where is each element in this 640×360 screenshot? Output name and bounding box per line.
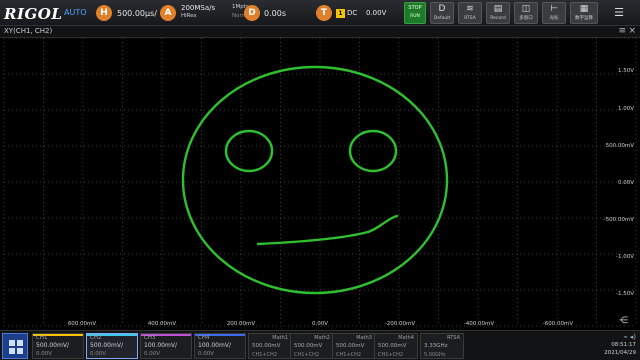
d-auto-icon: D — [438, 4, 446, 14]
clock-time: 08:51:17 — [611, 342, 636, 348]
math-1-box[interactable]: Math1 500.00mV CH1+CH2 — [248, 333, 292, 359]
xy-graticule — [3, 37, 637, 327]
clock-date: 2021/04/29 — [604, 350, 636, 356]
usb-icon: ⌁ ◂) — [623, 333, 636, 341]
x-tick-label: 600.00mV — [67, 321, 97, 327]
window-menu-icon[interactable]: ≡ — [618, 26, 626, 36]
y-tick-label: 1.00V — [617, 106, 634, 112]
run-mode[interactable]: AUTO — [64, 8, 87, 17]
grid-icon — [9, 340, 23, 354]
rtsa-icon: ≋ — [466, 4, 474, 14]
xy-mode-icon[interactable]: ⋲ — [619, 316, 628, 326]
trigger-level[interactable]: 0.00V — [366, 9, 386, 17]
acquire-badge[interactable]: A — [160, 5, 176, 21]
menu-button[interactable]: ☰ — [602, 2, 636, 24]
ruler-icon: ⊢ — [550, 4, 558, 14]
x-tick-label: -200.00mV — [384, 321, 416, 327]
home-button[interactable] — [2, 333, 28, 359]
measure-icon: ◫ — [521, 4, 531, 14]
default-button[interactable]: D Default — [430, 2, 454, 24]
x-tick-label: 0.00V — [311, 321, 329, 327]
trigger-coupling[interactable]: DC — [347, 9, 357, 17]
channel-3-box[interactable]: CH3 100.00mV/ 0.00V — [140, 333, 192, 359]
delay-badge[interactable]: D — [244, 5, 260, 21]
x-tick-label: 200.00mV — [226, 321, 256, 327]
multi-window-button[interactable]: ◫ 多窗口 — [514, 2, 538, 24]
math-3-box[interactable]: Math3 500.00mV CH1+CH2 — [332, 333, 376, 359]
rtsa-button[interactable]: ≋ RTSA — [458, 2, 482, 24]
calc-icon: ▦ — [579, 4, 589, 14]
status-area: ⌁ ◂) 08:51:17 2021/04/29 — [586, 333, 636, 357]
face-outline-trace — [181, 65, 449, 295]
acquire-mode: HiRes — [181, 13, 197, 19]
y-tick-label: 1.50V — [617, 68, 634, 74]
timebase-value[interactable]: 500.00µs/ — [117, 9, 157, 18]
xy-plot-area[interactable] — [0, 37, 640, 330]
x-tick-label: -400.00mV — [463, 321, 495, 327]
close-icon[interactable]: × — [628, 26, 636, 36]
top-toolbar: RIGOL AUTO H 500.00µs/ A 200MSa/s HiRes … — [0, 0, 640, 26]
math-4-box[interactable]: Math4 500.00mV CH1+CH2 — [374, 333, 418, 359]
hamburger-icon: ☰ — [614, 6, 624, 19]
y-tick-label: -1.00V — [616, 254, 634, 260]
y-tick-label: -1.50V — [616, 291, 634, 297]
channel-4-box[interactable]: CH4 100.00mV/ 0.00V — [194, 333, 246, 359]
channel-2-box[interactable]: CH2 500.00mV/ 0.00V — [86, 333, 138, 359]
trigger-badge[interactable]: T — [316, 5, 332, 21]
horizontal-badge[interactable]: H — [96, 5, 112, 21]
mouth-trace — [256, 214, 399, 246]
record-icon: ▤ — [493, 4, 503, 14]
delay-value[interactable]: 0.00s — [264, 9, 286, 18]
math-button[interactable]: ▦ 数字运算 — [570, 2, 598, 24]
x-tick-label: -600.00mV — [542, 321, 574, 327]
rigol-logo: RIGOL — [4, 5, 63, 23]
x-tick-label: 400.00mV — [147, 321, 177, 327]
channel-1-box[interactable]: CH1 500.00mV/ 0.00V — [32, 333, 84, 359]
left-eye-trace — [224, 129, 274, 173]
run-stop-button[interactable]: STOP RUN — [404, 2, 426, 24]
rtsa-box[interactable]: RTSA 3.33GHz 5.00GHz — [420, 333, 464, 359]
record-button[interactable]: ▤ Record — [486, 2, 510, 24]
cursor-button[interactable]: ⊢ 光标 — [542, 2, 566, 24]
xy-window-title: XY(CH1, CH2) — [4, 27, 53, 35]
xy-window-header: XY(CH1, CH2) ≡ × — [0, 26, 640, 38]
right-eye-trace — [348, 129, 398, 173]
y-tick-label: 500.00mV — [605, 143, 634, 149]
y-tick-label: -500.00mV — [603, 217, 634, 223]
bottom-channel-bar: CH1 500.00mV/ 0.00V CH2 500.00mV/ 0.00V … — [0, 330, 640, 360]
math-2-box[interactable]: Math2 500.00mV CH1+CH2 — [290, 333, 334, 359]
trigger-channel[interactable]: 1 — [336, 9, 345, 18]
y-tick-label: 0.00V — [617, 180, 634, 186]
sample-rate: 200MSa/s — [181, 4, 216, 12]
